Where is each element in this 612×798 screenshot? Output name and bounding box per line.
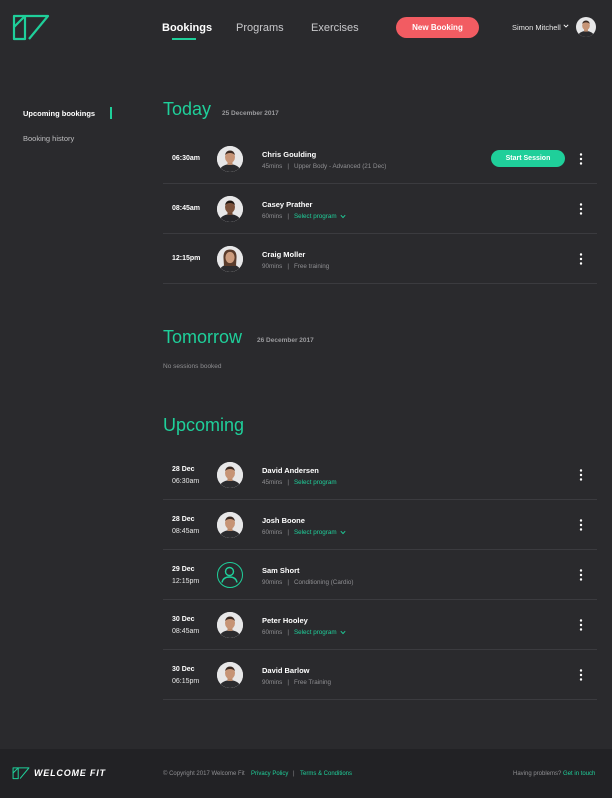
program-name: Upper Body - Advanced (21 Dec) bbox=[293, 163, 387, 170]
client-avatar bbox=[217, 462, 243, 488]
select-program-link[interactable]: Select program bbox=[294, 629, 337, 636]
booking-time: 06:30am bbox=[172, 478, 200, 485]
start-session-button[interactable]: Start Session bbox=[491, 150, 565, 167]
client-avatar-placeholder bbox=[217, 562, 243, 588]
booking-meta: 90mins | Free training bbox=[262, 263, 330, 270]
booking-day: 28 Dec bbox=[172, 516, 195, 523]
section-title-upcoming: Upcoming bbox=[163, 415, 245, 435]
client-avatar bbox=[217, 512, 243, 538]
nav-active-indicator bbox=[172, 38, 196, 40]
booking-time: 06:30am bbox=[172, 155, 201, 162]
booking-row[interactable]: 30 Dec 08:45am Peter Hooley 60mins | Selec… bbox=[163, 600, 597, 650]
welcome-fit-logo-icon[interactable] bbox=[12, 12, 50, 42]
nav-exercises[interactable]: Exercises bbox=[311, 22, 359, 34]
footer-logo-icon[interactable] bbox=[12, 766, 30, 780]
booking-meta: 90mins | Conditioning (Cardio) bbox=[262, 579, 354, 586]
booking-meta: 60mins | Select program bbox=[262, 529, 346, 536]
user-avatar[interactable] bbox=[576, 17, 596, 37]
booking-row[interactable]: 06:30am Chris Goulding 45mins | Upper Body… bbox=[163, 134, 597, 184]
section-date-today: 25 December 2017 bbox=[222, 110, 279, 117]
client-name[interactable]: Casey Prather bbox=[262, 200, 312, 209]
section-title-today: Today bbox=[163, 99, 212, 119]
footer-copyright: © Copyright 2017 Welcome Fit bbox=[163, 771, 245, 777]
booking-time: 12:15pm bbox=[172, 578, 200, 585]
client-avatar bbox=[217, 662, 243, 688]
more-options-icon[interactable] bbox=[577, 569, 585, 581]
booking-meta: 45mins | Select program bbox=[262, 479, 337, 486]
client-avatar bbox=[217, 246, 243, 272]
sidebar-item-booking-history[interactable]: Booking history bbox=[23, 134, 74, 143]
user-name[interactable]: Simon Mitchell bbox=[512, 23, 561, 32]
chevron-down-icon[interactable] bbox=[340, 214, 346, 219]
client-name[interactable]: Sam Short bbox=[262, 566, 300, 575]
booking-meta: 90mins | Free Training bbox=[262, 679, 332, 686]
client-name[interactable]: Josh Boone bbox=[262, 516, 305, 525]
footer-separator: | bbox=[293, 771, 295, 777]
section-date-tomorrow: 26 December 2017 bbox=[257, 337, 314, 344]
nav-bookings[interactable]: Bookings bbox=[162, 22, 212, 34]
booking-day: 29 Dec bbox=[172, 566, 195, 573]
program-name: Free training bbox=[293, 263, 330, 270]
client-avatar bbox=[217, 146, 243, 172]
client-name[interactable]: Peter Hooley bbox=[262, 616, 308, 625]
program-name: Conditioning (Cardio) bbox=[293, 579, 354, 586]
booking-time: 08:45am bbox=[172, 628, 200, 635]
sidebar-item-upcoming-bookings[interactable]: Upcoming bookings bbox=[23, 109, 95, 118]
privacy-policy-link[interactable]: Privacy Policy bbox=[251, 771, 288, 777]
select-program-link[interactable]: Select program bbox=[294, 479, 337, 486]
more-options-icon[interactable] bbox=[577, 153, 585, 165]
section-title-tomorrow: Tomorrow bbox=[163, 327, 243, 347]
booking-time: 08:45am bbox=[172, 205, 201, 212]
client-name[interactable]: Craig Moller bbox=[262, 250, 305, 259]
sidebar-active-indicator bbox=[110, 107, 112, 119]
booking-day: 30 Dec bbox=[172, 666, 195, 673]
top-navigation-bar: Bookings Programs Exercises New Booking … bbox=[0, 0, 612, 56]
booking-meta: 60mins | Select program bbox=[262, 213, 346, 220]
user-menu-chevron-down-icon[interactable] bbox=[563, 23, 569, 29]
booking-meta: 45mins | Upper Body - Advanced (21 Dec) bbox=[262, 163, 387, 170]
client-avatar bbox=[217, 196, 243, 222]
footer-brand: WELCOME FIT bbox=[34, 768, 106, 778]
more-options-icon[interactable] bbox=[577, 469, 585, 481]
client-name[interactable]: David Barlow bbox=[262, 666, 310, 675]
footer: WELCOME FIT © Copyright 2017 Welcome Fit… bbox=[0, 749, 612, 798]
new-booking-button[interactable]: New Booking bbox=[396, 17, 479, 38]
more-options-icon[interactable] bbox=[577, 619, 585, 631]
booking-day: 30 Dec bbox=[172, 616, 195, 623]
user-placeholder-icon bbox=[221, 566, 238, 583]
chevron-down-icon[interactable] bbox=[340, 630, 346, 635]
terms-link[interactable]: Terms & Conditions bbox=[300, 771, 352, 777]
more-options-icon[interactable] bbox=[577, 519, 585, 531]
chevron-down-icon[interactable] bbox=[340, 530, 346, 535]
program-name: Free Training bbox=[293, 679, 332, 686]
booking-time: 12:15pm bbox=[172, 255, 201, 262]
booking-meta: 60mins | Select program bbox=[262, 629, 346, 636]
client-avatar bbox=[217, 612, 243, 638]
booking-time: 06:15pm bbox=[172, 678, 200, 685]
client-name[interactable]: Chris Goulding bbox=[262, 150, 316, 159]
booking-row[interactable]: 12:15pm Craig Moller 90mins | Free trainin… bbox=[163, 234, 597, 284]
select-program-link[interactable]: Select program bbox=[294, 529, 337, 536]
booking-time: 08:45am bbox=[172, 528, 200, 535]
more-options-icon[interactable] bbox=[577, 203, 585, 215]
booking-row[interactable]: 28 Dec 08:45am Josh Boone 60mins | Select … bbox=[163, 500, 597, 550]
booking-row[interactable]: 30 Dec 06:15pm David Barlow 90mins | Free … bbox=[163, 650, 597, 700]
nav-programs[interactable]: Programs bbox=[236, 22, 284, 34]
more-options-icon[interactable] bbox=[577, 253, 585, 265]
help-text: Having problems? Get in touch bbox=[513, 771, 596, 777]
booking-row[interactable]: 28 Dec 06:30am David Andersen 45mins | Sel… bbox=[163, 450, 597, 500]
client-name[interactable]: David Andersen bbox=[262, 466, 319, 475]
more-options-icon[interactable] bbox=[577, 669, 585, 681]
get-in-touch-link[interactable]: Get in touch bbox=[563, 771, 595, 777]
select-program-link[interactable]: Select program bbox=[294, 213, 337, 220]
booking-row[interactable]: 29 Dec 12:15pm Sam Short 90mins | Conditio… bbox=[163, 550, 597, 600]
booking-row[interactable]: 08:45am Casey Prather 60mins | Select prog… bbox=[163, 184, 597, 234]
no-sessions-message: No sessions booked bbox=[163, 363, 222, 370]
booking-day: 28 Dec bbox=[172, 466, 195, 473]
